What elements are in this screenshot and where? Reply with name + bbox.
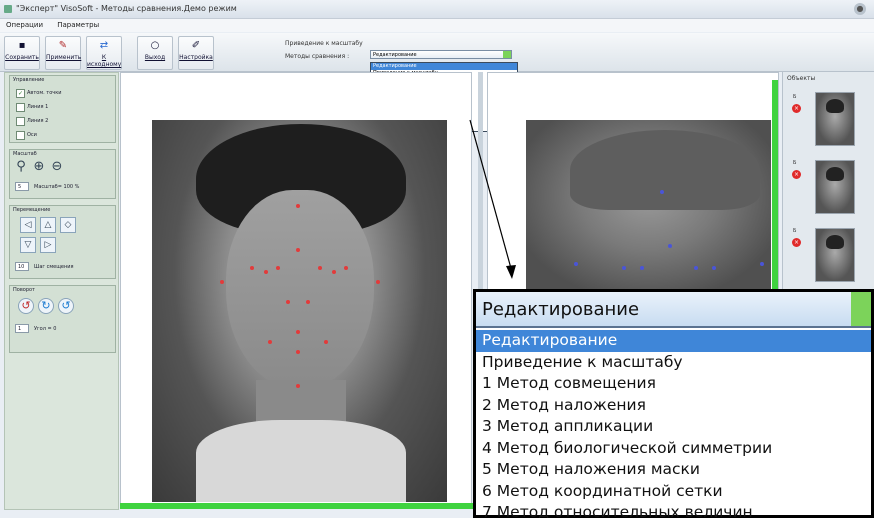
zoomed-option[interactable]: 2 Метод наложения	[476, 395, 871, 417]
zoomed-option[interactable]: 3 Метод аппликации	[476, 416, 871, 438]
zoomed-option[interactable]: 4 Метод биологической симметрии	[476, 438, 871, 460]
zoomed-dropdown-callout: Редактирование Редактирование Приведение…	[473, 289, 874, 518]
zoomed-option[interactable]: 1 Метод совмещения	[476, 373, 871, 395]
zoomed-option[interactable]: 7 Метод относительных величин	[476, 502, 871, 518]
zoomed-select[interactable]: Редактирование	[476, 292, 871, 328]
chevron-down-icon[interactable]	[851, 292, 871, 326]
zoomed-option[interactable]: 5 Метод наложения маски	[476, 459, 871, 481]
zoomed-option[interactable]: 6 Метод координатной сетки	[476, 481, 871, 503]
zoomed-option-list: Редактирование Приведение к масштабу 1 М…	[476, 330, 871, 518]
zoomed-select-value: Редактирование	[482, 299, 640, 320]
zoomed-option[interactable]: Приведение к масштабу	[476, 352, 871, 374]
app-window: "Эксперт" VisoSoft - Методы сравнения.Де…	[0, 0, 874, 518]
zoomed-option[interactable]: Редактирование	[476, 330, 871, 352]
